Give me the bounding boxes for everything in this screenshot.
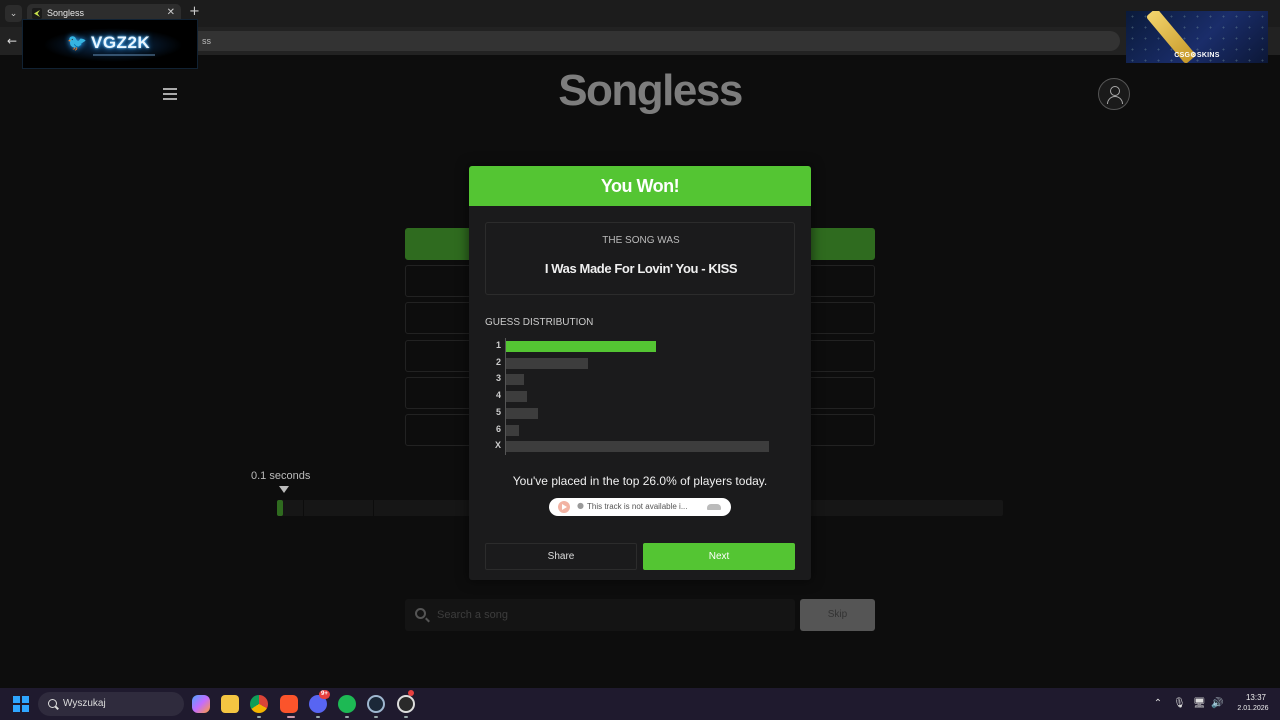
- distribution-label: 3: [495, 373, 501, 384]
- overlay-divider: [93, 54, 155, 56]
- distribution-label: 1: [495, 340, 501, 350]
- obs-status-dot: [408, 690, 414, 696]
- distribution-title: GUESS DISTRIBUTION: [485, 317, 594, 328]
- playhead-marker-icon: [279, 486, 289, 493]
- running-indicator: [374, 716, 378, 718]
- taskbar-search[interactable]: Wyszukaj: [38, 692, 184, 716]
- distribution-label: 6: [495, 423, 501, 434]
- songless-favicon-icon: [32, 8, 42, 19]
- running-indicator: [404, 716, 408, 718]
- distribution-bar: [506, 407, 538, 419]
- clip-duration-label: 0.1 seconds: [251, 470, 311, 482]
- running-indicator: [257, 716, 261, 718]
- guess-distribution-chart: 1 2 3 4 5 6 X: [491, 338, 791, 456]
- distribution-label: X: [494, 440, 501, 451]
- distribution-bar: [506, 341, 656, 352]
- microphone-icon[interactable]: 🎙: [1173, 698, 1186, 710]
- file-explorer-icon[interactable]: [221, 695, 239, 713]
- distribution-bar: [506, 391, 527, 403]
- skip-button[interactable]: Skip: [800, 599, 875, 631]
- location-pin-icon: ●: [577, 501, 584, 510]
- distribution-label: 2: [495, 356, 501, 367]
- song-search-input[interactable]: [437, 599, 787, 631]
- obs-studio-icon[interactable]: [397, 695, 415, 713]
- share-button[interactable]: Share: [485, 543, 637, 570]
- brave-browser-icon[interactable]: [280, 695, 298, 713]
- soundcloud-icon: [707, 504, 721, 510]
- user-profile-icon[interactable]: [1098, 78, 1130, 110]
- soundcloud-embed[interactable]: ● This track is not available i...: [549, 498, 731, 516]
- running-indicator: [316, 716, 320, 718]
- distribution-bar: [506, 424, 519, 436]
- progress-segment-divider: [373, 500, 374, 516]
- clock-time[interactable]: 13:37: [1236, 693, 1276, 702]
- distribution-bar: [506, 374, 524, 386]
- windows-taskbar: Wyszukaj 9+ ⌃ 🎙 🖥 🔊 13:37 2.01.2026: [0, 688, 1280, 720]
- taskbar-search-label: Wyszukaj: [63, 698, 106, 709]
- distribution-label: 5: [495, 406, 501, 417]
- distribution-bar: [506, 441, 769, 453]
- copilot-icon[interactable]: [192, 695, 210, 713]
- search-icon: [48, 699, 57, 708]
- app-logo: Songless: [558, 66, 743, 115]
- distribution-bar: [506, 357, 588, 369]
- tab-title: Songless: [47, 8, 85, 18]
- result-title: You Won!: [469, 166, 811, 206]
- tab-list-button[interactable]: ⌄: [5, 5, 22, 22]
- screen: ⌄ Songless ✕ + ← ss 🐦 VGZ2K CSG⚙SKINS So…: [0, 0, 1280, 720]
- discord-notification-badge: 9+: [319, 690, 330, 699]
- spotify-icon[interactable]: [338, 695, 356, 713]
- new-tab-button[interactable]: +: [189, 5, 200, 19]
- streamer-name: VGZ2K: [91, 33, 151, 52]
- audio-progress-fill: [277, 500, 283, 516]
- steam-icon[interactable]: [367, 695, 385, 713]
- active-app-indicator: [287, 716, 295, 718]
- sponsor-overlay-banner: CSG⚙SKINS: [1126, 11, 1268, 63]
- chrome-icon[interactable]: [250, 695, 268, 713]
- tab-close-icon[interactable]: ✕: [167, 7, 175, 18]
- play-icon[interactable]: [558, 501, 570, 513]
- search-icon: [415, 608, 426, 619]
- sponsor-name: CSG⚙SKINS: [1174, 52, 1220, 59]
- twitter-bird-icon: 🐦: [67, 33, 87, 52]
- windows-start-icon[interactable]: [13, 696, 29, 712]
- distribution-label: 4: [495, 390, 501, 401]
- volume-icon[interactable]: 🔊: [1211, 698, 1223, 710]
- soundcloud-message: This track is not available i...: [587, 502, 688, 511]
- next-button[interactable]: Next: [643, 543, 795, 570]
- result-modal: You Won! THE SONG WAS I Was Made For Lov…: [469, 166, 811, 580]
- streamer-overlay-logo: 🐦 VGZ2K: [22, 19, 198, 69]
- back-arrow-icon[interactable]: ←: [7, 34, 17, 48]
- progress-segment-divider: [303, 500, 304, 516]
- song-title: I Was Made For Lovin' You - KISS: [544, 261, 738, 276]
- network-icon[interactable]: 🖥: [1193, 698, 1206, 710]
- clock-date[interactable]: 2.01.2026: [1230, 705, 1276, 712]
- placement-text: You've placed in the top 26.0% of player…: [512, 474, 768, 488]
- song-reveal-card: THE SONG WAS I Was Made For Lovin' You -…: [485, 222, 795, 295]
- song-search-box: [405, 599, 795, 631]
- song-label: THE SONG WAS: [602, 235, 680, 246]
- chevron-up-icon[interactable]: ⌃: [1152, 698, 1164, 710]
- hamburger-menu-icon[interactable]: [163, 88, 177, 100]
- running-indicator: [345, 716, 349, 718]
- address-bar-text: ss: [202, 36, 211, 46]
